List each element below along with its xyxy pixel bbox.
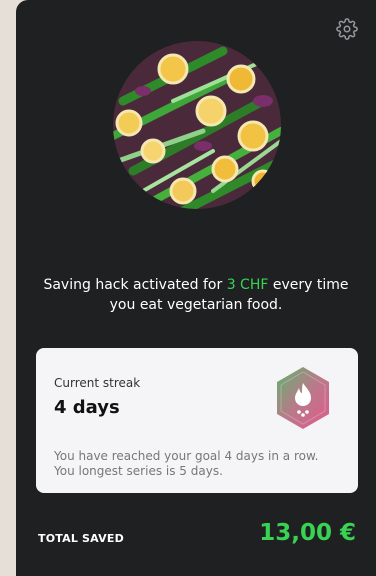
streak-card: Current streak 4 days You have reached y… [36, 348, 358, 493]
savings-card: Saving hack activated for 3 CHF every ti… [16, 0, 376, 576]
total-saved-value: 13,00 € [259, 520, 356, 546]
tagline-text-before: Saving hack activated for [43, 277, 223, 293]
streak-description-line-1: You have reached your goal 4 days in a r… [54, 449, 319, 463]
streak-badge [274, 365, 332, 431]
hack-amount: 3 CHF [226, 277, 269, 293]
streak-description: You have reached your goal 4 days in a r… [54, 449, 340, 479]
saving-hack-message: Saving hack activated for 3 CHF every ti… [36, 275, 356, 315]
settings-button[interactable] [336, 18, 358, 40]
streak-label: Current streak [54, 376, 141, 390]
vegetarian-food-photo [113, 41, 281, 209]
flame-streak-badge-icon [277, 367, 329, 429]
total-saved-label: TOTAL SAVED [38, 532, 124, 545]
streak-description-line-2: You longest series is 5 days. [54, 464, 223, 478]
gear-icon [336, 18, 358, 40]
streak-value: 4 days [54, 397, 120, 418]
